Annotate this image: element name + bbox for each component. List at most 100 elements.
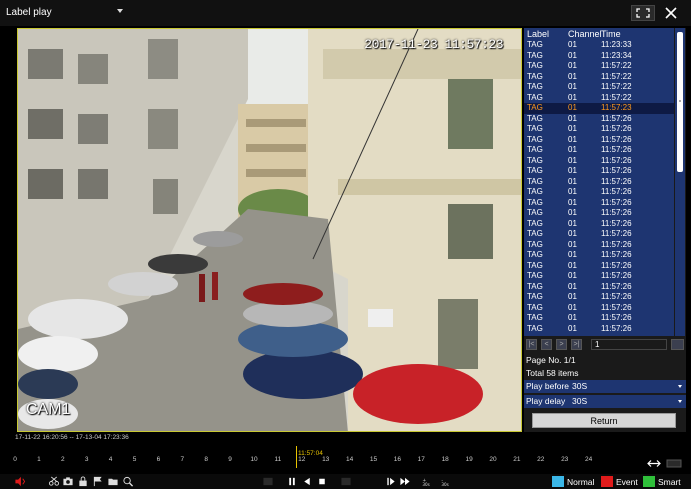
zoom-icon[interactable] [122,476,134,487]
row-label: TAG [527,208,543,217]
camera-label: CAM1 [26,401,71,418]
return-button[interactable]: Return [532,413,676,428]
row-channel: 01 [568,271,577,280]
table-row[interactable]: TAG 01 11:57:22 [524,93,674,104]
timeline-hour-label: 22 [537,456,545,463]
timeline-hour-label: 11 [274,456,282,463]
camera-frame-image [18,29,521,431]
camera-icon[interactable] [62,476,74,487]
row-time: 11:57:26 [601,302,632,312]
table-row[interactable]: TAG 01 11:57:26 [524,282,674,293]
row-channel: 01 [568,113,577,123]
table-row[interactable]: TAG 01 11:57:26 [524,124,674,135]
scrollbar-thumb[interactable] [677,32,683,172]
pause-icon[interactable] [286,476,298,487]
row-time: 11:57:26 [601,124,632,133]
window-title[interactable]: Label play [6,7,52,18]
table-row[interactable]: TAG 01 11:57:26 [524,271,674,282]
table-scrollbar[interactable] [675,28,685,336]
table-row[interactable]: TAG 01 11:57:26 [524,303,674,314]
table-row[interactable]: TAG 01 11:23:33 [524,40,674,51]
row-channel: 01 [568,229,577,238]
table-row[interactable]: TAG 01 11:23:34 [524,51,674,62]
folder-icon[interactable] [107,476,119,487]
total-items-text: Total 58 items [526,368,579,378]
row-label: TAG [527,250,543,259]
row-channel: 01 [568,281,577,291]
first-page-button[interactable]: |< [526,339,537,350]
prev-frame-icon[interactable] [262,476,274,487]
row-channel: 01 [568,260,577,270]
fullscreen-button[interactable] [631,5,655,21]
last-page-button[interactable]: >| [571,339,582,350]
speed-30s-icon[interactable]: +30s [421,476,433,488]
table-row[interactable]: TAG 01 11:57:26 [524,187,674,198]
play-delay-value: 30S [572,396,588,406]
table-row[interactable]: TAG 01 11:57:26 [524,261,674,272]
close-button[interactable] [658,4,684,22]
timeline-hour-label: 17 [417,456,425,463]
play-before-select[interactable]: Play before 30S [524,380,686,393]
page-input[interactable]: 1 [591,339,667,350]
row-label: TAG [527,145,543,154]
table-row[interactable]: TAG 01 11:57:26 [524,292,674,303]
prev-page-button[interactable]: < [541,339,552,350]
timeline-hour-label: 24 [584,456,593,463]
table-row[interactable]: TAG 01 11:57:26 [524,166,674,177]
flag-icon[interactable] [92,476,104,487]
video-viewport[interactable]: 2017-11-23 11:57:23 CAM1 [17,28,522,432]
pager: |< < > >| 1 [524,339,686,351]
legend-event-swatch [601,476,613,487]
row-time: 11:57:22 [601,71,632,81]
row-label: TAG [527,302,543,312]
table-row[interactable]: TAG 01 11:57:22 [524,72,674,83]
table-row[interactable]: TAG 01 11:57:26 [524,324,674,335]
timeline-hour-label: 19 [465,456,473,463]
table-row[interactable]: TAG 01 11:57:26 [524,240,674,251]
row-time: 11:57:26 [601,113,632,123]
stop-icon[interactable] [316,476,328,487]
table-row[interactable]: TAG 01 11:57:26 [524,219,674,230]
fast-forward-icon[interactable] [399,476,411,487]
slow-icon[interactable] [340,476,352,487]
speed-30s-alt-icon[interactable]: -30s [440,476,452,488]
row-label: TAG [527,113,543,123]
scissors-icon[interactable] [48,476,60,487]
row-label: TAG [527,124,543,133]
go-page-button[interactable] [671,339,684,350]
play-before-label: Play before [526,381,569,391]
row-channel: 01 [568,40,577,49]
table-row[interactable]: TAG 01 11:57:23 [524,103,674,114]
row-channel: 01 [568,323,577,333]
table-row[interactable]: TAG 01 11:57:22 [524,82,674,93]
row-time: 11:57:26 [601,313,632,322]
table-row[interactable]: TAG 01 11:57:26 [524,156,674,167]
timeline-hour-ticks: 0 1 2 3 4 5 6 7 8 9 10 11 12 13 14 15 16 17 18 19 20 21 22 23 24 [0,456,691,468]
timeline-zoom-icon[interactable] [647,459,683,468]
reverse-play-icon[interactable] [301,476,313,487]
lock-icon[interactable] [77,476,89,487]
row-time: 11:57:26 [601,271,632,280]
play-delay-select[interactable]: Play delay 30S [524,395,686,408]
row-label: TAG [527,82,543,91]
fullscreen-icon [636,8,650,18]
legend-smart: Smart [643,476,681,487]
table-row[interactable]: TAG 01 11:57:26 [524,135,674,146]
audio-icon[interactable] [14,476,26,487]
title-dropdown-icon[interactable] [117,9,123,13]
table-row[interactable]: TAG 01 11:57:26 [524,208,674,219]
forward-frame-icon[interactable] [385,476,397,487]
row-channel: 01 [568,82,577,91]
timeline-hour-label: 4 [108,456,113,463]
row-time: 11:57:26 [601,323,632,333]
table-row[interactable]: TAG 01 11:57:26 [524,114,674,125]
table-row[interactable]: TAG 01 11:57:26 [524,198,674,209]
table-row[interactable]: TAG 01 11:57:26 [524,250,674,261]
table-row[interactable]: TAG 01 11:57:26 [524,229,674,240]
next-page-button[interactable]: > [556,339,567,350]
table-row[interactable]: TAG 01 11:57:26 [524,145,674,156]
table-row[interactable]: TAG 01 11:57:26 [524,177,674,188]
table-body: TAG 01 11:23:33 TAG 01 11:23:34 TAG 01 11:57:22 T… [524,40,674,334]
table-row[interactable]: TAG 01 11:57:22 [524,61,674,72]
table-row[interactable]: TAG 01 11:57:26 [524,313,674,324]
